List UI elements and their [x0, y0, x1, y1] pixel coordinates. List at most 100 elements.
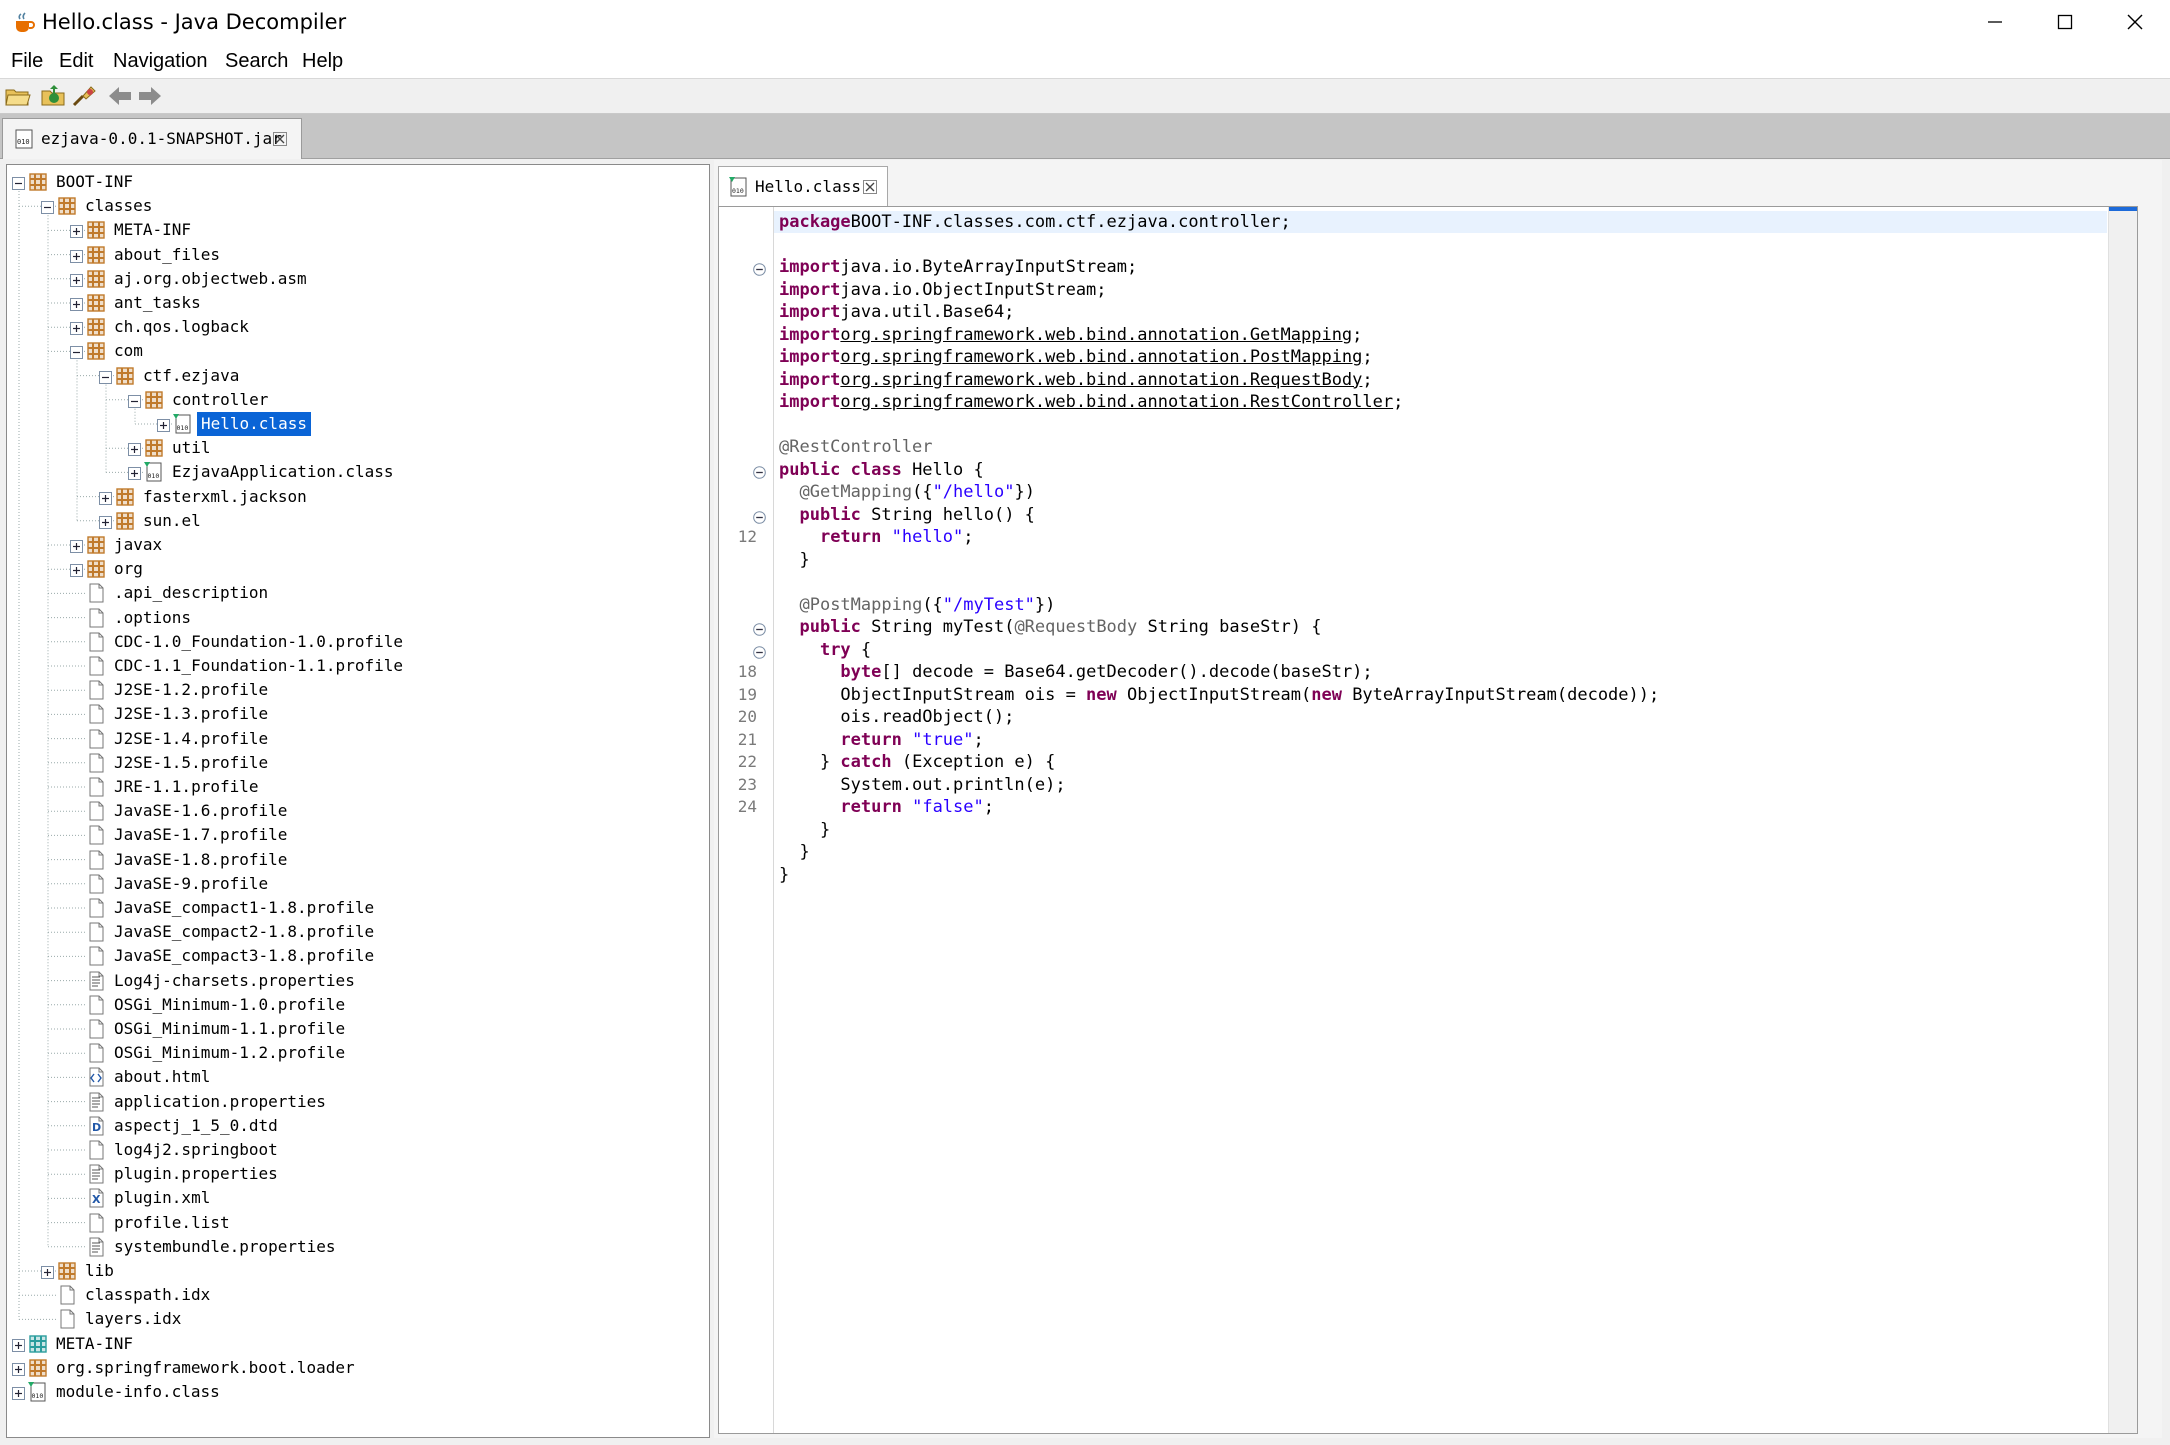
minimize-button[interactable] [1960, 0, 2030, 44]
menu-search[interactable]: Search [225, 48, 288, 74]
expand-icon[interactable] [12, 1337, 25, 1352]
expand-icon[interactable] [41, 1264, 54, 1279]
tree-node[interactable]: JavaSE_compact3-1.8.profile [70, 944, 690, 968]
tree-node[interactable]: aj.org.objectweb.asm [70, 267, 690, 291]
tree-node[interactable]: classes [41, 194, 690, 218]
tree-node[interactable]: .api_description [70, 581, 690, 605]
expand-icon[interactable] [70, 248, 83, 263]
tree-node[interactable]: profile.list [70, 1211, 690, 1235]
tree-node[interactable]: OSGi_Minimum-1.0.profile [70, 993, 690, 1017]
search-tool-icon[interactable] [70, 83, 98, 109]
tree-node[interactable]: ctf.ezjava [99, 364, 690, 388]
fold-toggle-icon[interactable] [753, 644, 766, 659]
code-editor[interactable]: 12 18 19 20 21 22 23 24 packageBOOT-INF.classes… [718, 206, 2138, 1434]
fold-toggle-icon[interactable] [753, 464, 766, 479]
tree-node[interactable]: about_files [70, 243, 690, 267]
tree-node[interactable]: J2SE-1.2.profile [70, 678, 690, 702]
tree-node[interactable]: fasterxml.jackson [99, 485, 690, 509]
tree-node[interactable]: JavaSE-1.6.profile [70, 799, 690, 823]
collapse-icon[interactable] [41, 199, 54, 215]
tree-node[interactable]: 010 module-info.class [12, 1380, 690, 1404]
expand-icon[interactable] [99, 514, 112, 529]
close-tab-icon[interactable] [863, 180, 877, 194]
tree-node[interactable]: CDC-1.1_Foundation-1.1.profile [70, 654, 690, 678]
back-arrow-icon[interactable] [106, 83, 134, 109]
tree-node[interactable]: sun.el [99, 509, 690, 533]
tree-node[interactable]: JavaSE-1.8.profile [70, 848, 690, 872]
tree-node[interactable]: OSGi_Minimum-1.1.profile [70, 1017, 690, 1041]
tree-node[interactable]: 010 EzjavaApplication.class [128, 460, 690, 484]
tree-node[interactable]: JavaSE-1.7.profile [70, 823, 690, 847]
archive-tab[interactable]: 010 ezjava-0.0.1-SNAPSHOT.jar [2, 118, 302, 159]
vertical-scrollbar[interactable] [2108, 207, 2137, 1433]
maximize-button[interactable] [2030, 0, 2100, 44]
expand-icon[interactable] [157, 417, 170, 432]
tree-node[interactable]: javax [70, 533, 690, 557]
tree-node[interactable]: .options [70, 606, 690, 630]
tree-node[interactable]: classpath.idx [41, 1283, 690, 1307]
expand-icon[interactable] [12, 1361, 25, 1376]
tree-node[interactable]: log4j2.springboot [70, 1138, 690, 1162]
tree-node[interactable]: JavaSE_compact1-1.8.profile [70, 896, 690, 920]
expand-icon[interactable] [70, 272, 83, 287]
tree-node[interactable]: systembundle.properties [70, 1235, 690, 1259]
open-type-icon[interactable] [40, 83, 68, 109]
tree-node[interactable]: OSGi_Minimum-1.2.profile [70, 1041, 690, 1065]
tree-node[interactable]: 010 Hello.class [157, 412, 690, 436]
collapse-icon[interactable] [70, 344, 83, 360]
menu-navigation[interactable]: Navigation [113, 48, 208, 74]
open-file-icon[interactable] [4, 83, 32, 109]
tree-node[interactable]: controller [128, 388, 690, 412]
menu-file[interactable]: File [11, 48, 43, 74]
tree-node[interactable]: util [128, 436, 690, 460]
tree-node[interactable]: META-INF [70, 218, 690, 242]
expand-icon[interactable] [12, 1385, 25, 1400]
expand-icon[interactable] [70, 538, 83, 553]
tree-node[interactable]: about.html [70, 1065, 690, 1089]
tree-node[interactable]: plugin.properties [70, 1162, 690, 1186]
tree-node[interactable]: layers.idx [41, 1307, 690, 1331]
tree-node[interactable]: J2SE-1.5.profile [70, 751, 690, 775]
tree-node[interactable]: lib [41, 1259, 690, 1283]
tree-node[interactable]: Xplugin.xml [70, 1186, 690, 1210]
expand-icon[interactable] [70, 223, 83, 239]
tree-node[interactable]: META-INF [12, 1332, 690, 1356]
tree-node[interactable]: Log4j-charsets.properties [70, 969, 690, 993]
menu-edit[interactable]: Edit [59, 48, 93, 74]
expand-icon[interactable] [128, 465, 141, 481]
collapse-icon[interactable] [12, 175, 25, 190]
close-tab-icon[interactable] [273, 132, 287, 146]
collapse-icon[interactable] [128, 393, 141, 408]
fold-toggle-icon[interactable] [753, 509, 766, 524]
editor-tab[interactable]: 010 Hello.class [718, 166, 888, 207]
expand-icon[interactable] [70, 320, 83, 336]
menu-help[interactable]: Help [302, 48, 343, 74]
tree-node[interactable]: BOOT-INF [12, 170, 690, 194]
tree-node[interactable]: com [70, 339, 690, 363]
collapse-icon[interactable] [99, 369, 112, 384]
expand-icon[interactable] [99, 490, 112, 505]
tree-node[interactable]: Daspectj_1_5_0.dtd [70, 1114, 690, 1138]
file-tree[interactable]: BOOT-INF classes META-INF about_files aj.org… [6, 164, 710, 1438]
tree-node[interactable]: JRE-1.1.profile [70, 775, 690, 799]
fold-toggle-icon[interactable] [753, 261, 766, 276]
tree-node[interactable]: JavaSE-9.profile [70, 872, 690, 896]
tree-node[interactable]: CDC-1.0_Foundation-1.0.profile [70, 630, 690, 654]
file-icon [86, 632, 106, 652]
tree-node[interactable]: org.springframework.boot.loader [12, 1356, 690, 1380]
expand-icon[interactable] [70, 562, 83, 578]
tree-node[interactable]: org [70, 557, 690, 581]
package-icon [86, 559, 106, 579]
fold-toggle-icon[interactable] [753, 621, 766, 636]
tree-node[interactable]: ant_tasks [70, 291, 690, 315]
expand-icon[interactable] [128, 441, 141, 457]
tree-node[interactable]: application.properties [70, 1090, 690, 1114]
tree-node[interactable]: JavaSE_compact2-1.8.profile [70, 920, 690, 944]
expand-icon[interactable] [70, 296, 83, 311]
tree-node[interactable]: J2SE-1.3.profile [70, 702, 690, 726]
tree-node[interactable]: J2SE-1.4.profile [70, 727, 690, 751]
scrollbar-thumb[interactable] [2109, 207, 2137, 211]
close-window-button[interactable] [2100, 0, 2170, 44]
forward-arrow-icon[interactable] [136, 83, 164, 109]
tree-node[interactable]: ch.qos.logback [70, 315, 690, 339]
